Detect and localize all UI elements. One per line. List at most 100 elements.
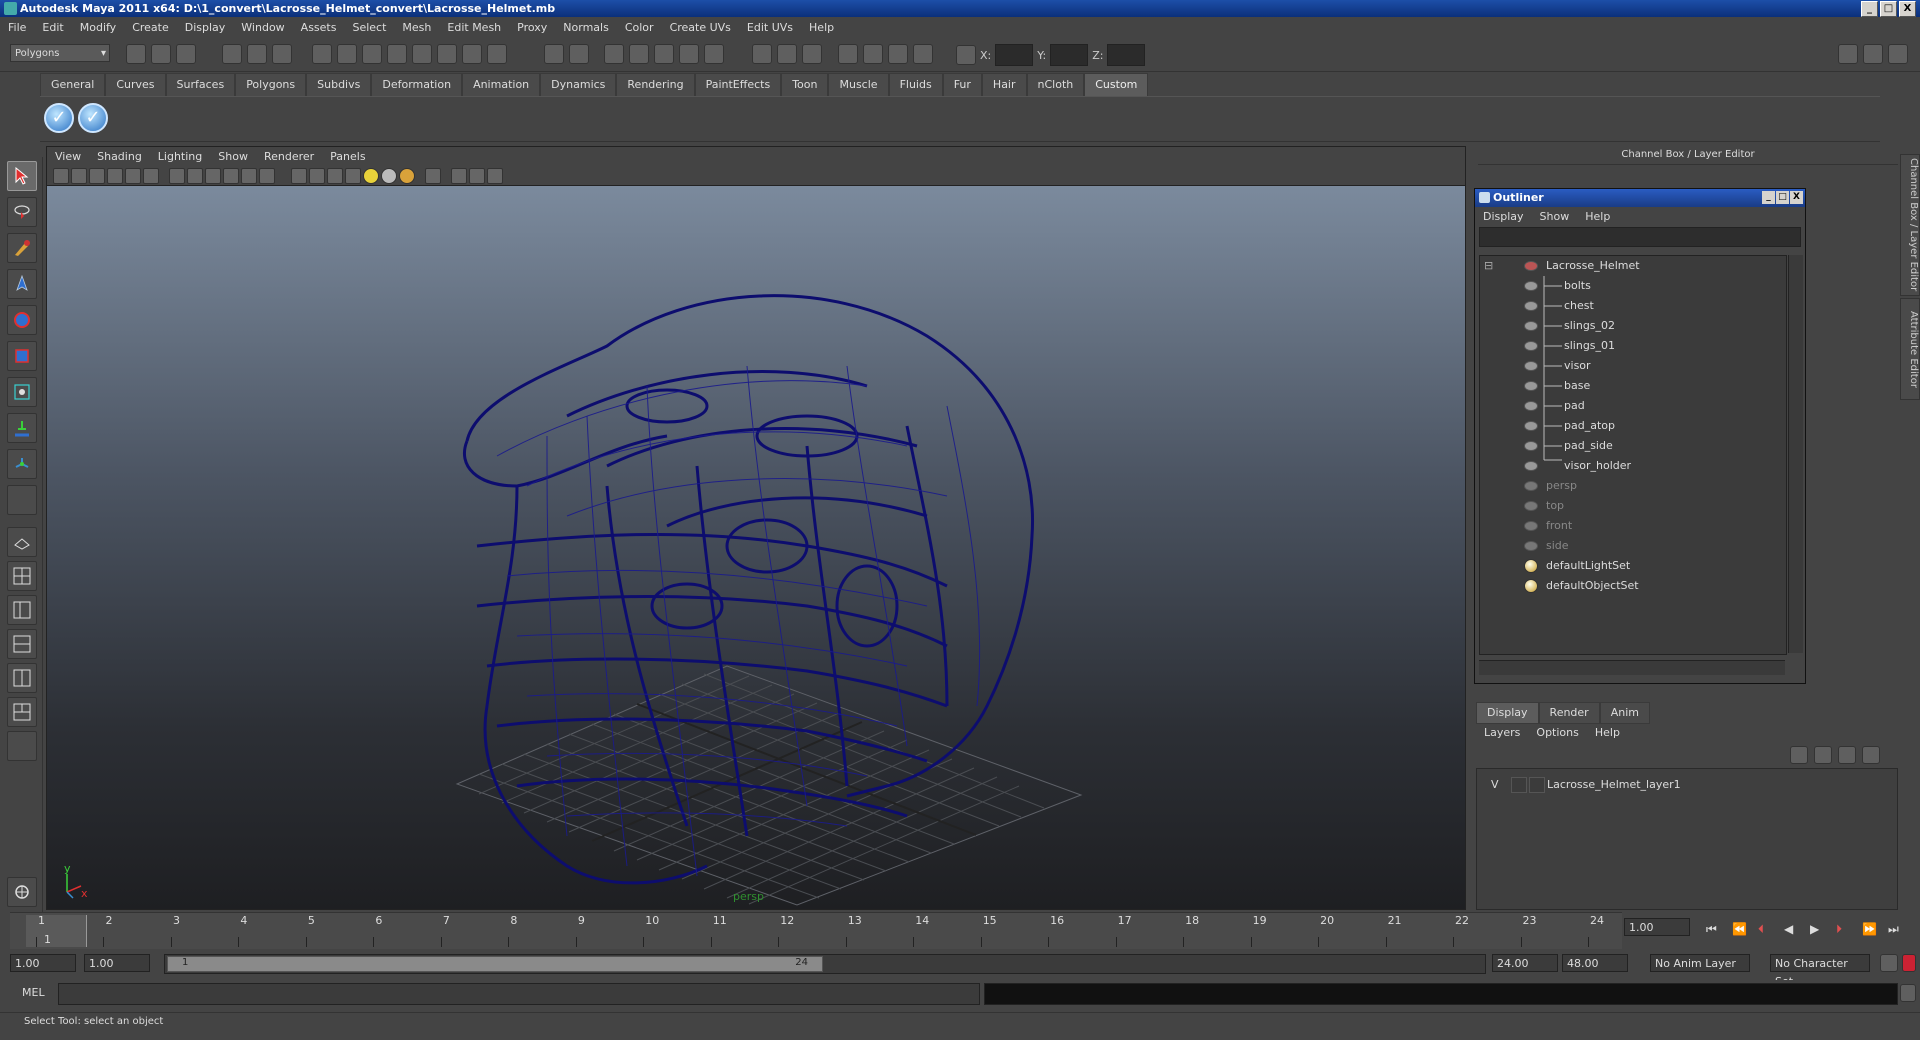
outliner-menu-help[interactable]: Help [1577,210,1618,223]
step-forward-key-icon[interactable]: ⏩ [1862,922,1877,936]
menu-create-uvs[interactable]: Create UVs [662,21,739,34]
camera-attributes-icon[interactable] [71,168,87,184]
shelf-tab-muscle[interactable]: Muscle [828,73,889,97]
shelf-tab-hair[interactable]: Hair [981,73,1027,97]
shelf-tab-ncloth[interactable]: nCloth [1026,73,1085,97]
outliner-camera-row[interactable]: side [1480,536,1786,556]
layer-playback-toggle[interactable] [1511,777,1527,793]
image-plane-icon[interactable] [107,168,123,184]
select-tool-icon[interactable] [7,161,37,191]
snap-plane-icon[interactable] [679,44,699,64]
minimize-button[interactable]: _ [1861,1,1878,17]
shelf-tab-fluids[interactable]: Fluids [888,73,943,97]
rotate-tool-icon[interactable] [7,305,37,335]
xray-icon[interactable] [241,168,257,184]
move-layer-down-icon[interactable] [1814,746,1832,764]
perspective-viewport[interactable]: View Shading Lighting Show Renderer Pane… [46,146,1466,910]
play-forwards-icon[interactable]: ▶ [1810,922,1819,936]
shelf-tab-polygons[interactable]: Polygons [235,73,307,97]
outliner-vertical-scrollbar[interactable] [1788,255,1803,653]
auto-key-icon[interactable] [1880,954,1898,972]
layer-visibility-toggle[interactable]: V [1491,775,1499,795]
outliner-close-button[interactable]: X [1790,191,1803,204]
outliner-root-row[interactable]: ⊟ Lacrosse_Helmet [1480,256,1786,276]
outliner-child-row[interactable]: slings_01 [1480,336,1786,356]
range-slider-handle[interactable]: 1 24 [167,956,823,972]
shaded-cube-icon[interactable] [309,168,325,184]
mask-curve-icon[interactable] [362,44,382,64]
new-scene-icon[interactable] [126,44,146,64]
snap-point-icon[interactable] [654,44,674,64]
move-tool-icon[interactable] [7,269,37,299]
layer-menu-layers[interactable]: Layers [1476,726,1528,739]
menu-assets[interactable]: Assets [293,21,345,34]
go-to-start-icon[interactable]: ⏮ [1706,922,1717,937]
shelf-tab-general[interactable]: General [40,73,106,97]
shelf-tab-curves[interactable]: Curves [105,73,166,97]
viewport-menu-view[interactable]: View [47,150,89,163]
menu-edit-mesh[interactable]: Edit Mesh [439,21,509,34]
outliner-camera-row[interactable]: top [1480,496,1786,516]
render-current-icon[interactable] [863,44,883,64]
highlight-selection-icon[interactable] [569,44,589,64]
render-settings-icon[interactable] [913,44,933,64]
shelf-tab-fur[interactable]: Fur [942,73,982,97]
film-gate-icon[interactable] [143,168,159,184]
bookmark-icon[interactable] [89,168,105,184]
side-tab-channel-box[interactable]: Channel Box / Layer Editor [1900,154,1920,296]
viewport-menu-shading[interactable]: Shading [89,150,150,163]
persp-graph-layout-icon[interactable] [7,629,37,659]
step-back-frame-icon[interactable]: ⏴ [1758,922,1764,937]
snap-grid-icon[interactable] [604,44,624,64]
ipr-render-icon[interactable] [888,44,908,64]
current-time-field[interactable]: 1.00 [1624,918,1690,936]
time-slider[interactable]: 1 1 2 3 4 5 6 7 8 9 10 11 12 13 14 15 16 17 18 19 20 21 22 23 2… [10,912,1622,949]
layout-options-icon[interactable] [7,731,37,761]
outliner-child-row[interactable]: slings_02 [1480,316,1786,336]
outliner-set-row[interactable]: defaultObjectSet [1480,576,1786,596]
persp-graph-outliner-layout-icon[interactable] [7,697,37,727]
snap-curve-icon[interactable] [629,44,649,64]
layer-tab-anim[interactable]: Anim [1599,702,1650,724]
layer-tab-render[interactable]: Render [1538,702,1600,724]
input-ops-icon[interactable] [752,44,772,64]
start-time-field[interactable]: 1.00 [10,954,76,972]
frame-selected-icon[interactable] [469,168,485,184]
shelf-tab-custom[interactable]: Custom [1084,73,1149,97]
layer-color-swatch[interactable] [1529,777,1545,793]
menu-window[interactable]: Window [233,21,292,34]
frame-all-icon[interactable] [451,168,467,184]
layer-menu-options[interactable]: Options [1528,726,1586,739]
anim-layer-dropdown[interactable]: No Anim Layer [1650,954,1750,972]
viewport-canvas[interactable]: y x persp [47,186,1465,909]
character-set-dropdown[interactable]: No Character Set [1770,954,1870,988]
outliner-child-row[interactable]: visor [1480,356,1786,376]
layer-row[interactable]: V Lacrosse_Helmet_layer1 [1477,775,1897,795]
flat-shade-icon[interactable] [205,168,221,184]
playback-end-field[interactable]: 24.00 [1492,954,1558,972]
script-editor-icon[interactable] [1900,984,1916,1002]
mask-joint-icon[interactable] [337,44,357,64]
outliner-child-row[interactable]: visor_holder [1480,456,1786,476]
menu-set-selector[interactable]: Polygons ▾ [10,44,110,62]
outliner-child-row[interactable]: pad_side [1480,436,1786,456]
collapse-icon[interactable]: ⊟ [1484,256,1493,276]
hypershade-layout-icon[interactable] [7,663,37,693]
all-lights-icon[interactable] [363,168,379,184]
show-manipulator-icon[interactable] [7,449,37,479]
y-field[interactable] [1050,44,1089,66]
mask-misc-icon[interactable] [487,44,507,64]
default-lighting-icon[interactable] [291,168,307,184]
smooth-shade-icon[interactable] [187,168,203,184]
range-slider[interactable]: 1 24 [164,954,1486,974]
menu-edit-uvs[interactable]: Edit UVs [739,21,801,34]
checker-icon[interactable] [345,168,361,184]
shelf-tab-rendering[interactable]: Rendering [616,73,695,97]
outliner-menu-display[interactable]: Display [1475,210,1532,223]
menu-file[interactable]: File [0,21,34,34]
shelf-tab-surfaces[interactable]: Surfaces [165,73,236,97]
outliner-camera-row[interactable]: front [1480,516,1786,536]
outliner-title-bar[interactable]: Outliner _ □ X [1475,189,1805,207]
camera-tools-icon[interactable] [487,168,503,184]
step-forward-frame-icon[interactable]: ⏵ [1836,922,1842,937]
